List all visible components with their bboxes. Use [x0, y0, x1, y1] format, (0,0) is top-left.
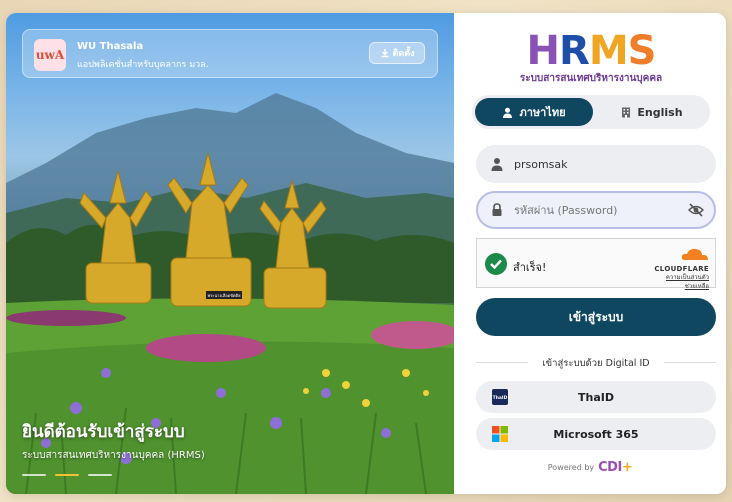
logo-letter-s: S: [627, 28, 657, 74]
digital-id-divider: เข้าสู่ระบบด้วย Digital ID: [476, 355, 716, 369]
cdi-brand-text: CDI: [598, 460, 622, 475]
slide-indicators: [22, 474, 112, 476]
cloudflare-turnstile: สำเร็จ! CLOUDFLARE ความเป็นส่วนตัวช่วยเห…: [476, 238, 716, 291]
cloud-icon: [681, 248, 708, 260]
username-field: [476, 145, 716, 183]
user-icon: [491, 158, 503, 171]
cloudflare-logo: CLOUDFLARE ความเป็นส่วนตัวช่วยเหลือ: [645, 245, 709, 291]
eye-slash-icon[interactable]: [688, 202, 704, 218]
slide-dot-3[interactable]: [88, 474, 112, 476]
logo-letter-h: H: [526, 28, 560, 74]
powered-by-text: Powered by: [547, 463, 595, 472]
language-thai-label: ภาษาไทย: [519, 106, 566, 119]
digital-id-label: เข้าสู่ระบบด้วย Digital ID: [542, 358, 650, 369]
login-card: พระนางเลือดขัตติย uwA WU Thasala แอปพลิเ…: [6, 13, 726, 494]
hero-panel: พระนางเลือดขัตติย uwA WU Thasala แอปพลิเ…: [6, 13, 454, 494]
password-field: [476, 191, 716, 229]
privacy-link[interactable]: ความเป็นส่วนตัว: [666, 274, 709, 281]
app-description: แอปพลิเคชั่นสำหรับบุคลากร มวล.: [77, 60, 209, 70]
login-button[interactable]: เข้าสู่ระบบ: [476, 298, 716, 336]
wu-thasala-logo: uwA: [34, 39, 66, 71]
language-thai-button[interactable]: ภาษาไทย: [475, 98, 593, 126]
logo-letter-m: M: [588, 28, 629, 74]
checkmark-icon: [485, 253, 507, 275]
language-english-label: English: [637, 105, 683, 119]
captcha-status: สำเร็จ!: [513, 261, 547, 274]
help-link[interactable]: ช่วยเหลือ: [685, 283, 709, 290]
install-app-label: ติดตั้ง: [392, 49, 415, 59]
cdi-logo: CDI+: [598, 460, 633, 475]
logo-subtitle: ระบบสารสนเทศบริหารงานบุคคล: [519, 73, 663, 84]
cloudflare-wordmark: CLOUDFLARE: [654, 265, 709, 273]
username-input[interactable]: [514, 145, 684, 183]
language-english-button[interactable]: English: [598, 98, 706, 126]
cdi-brand-plus: +: [621, 460, 633, 475]
hrms-logo: HRMS ระบบสารสนเทศบริหารงานบุคคล: [516, 29, 666, 85]
login-form: HRMS ระบบสารสนเทศบริหารงานบุคคล ภาษาไทย …: [454, 13, 726, 494]
building-icon: [622, 107, 631, 117]
install-app-button[interactable]: ติดตั้ง: [369, 42, 425, 64]
thaid-icon: ThaID: [492, 389, 508, 405]
powered-by: Powered by CDI+: [454, 460, 726, 475]
app-name: WU Thasala: [77, 41, 144, 52]
hero-subtitle: ระบบสารสนเทศบริหารงานบุคคล (HRMS): [22, 450, 205, 461]
statue-sign: พระนางเลือดขัตติย: [208, 293, 241, 298]
thaid-login-button[interactable]: ThaID ThaID: [476, 381, 716, 413]
microsoft-icon: [492, 426, 508, 442]
app-install-banner: uwA WU Thasala แอปพลิเคชั่นสำหรับบุคลากร…: [22, 29, 438, 78]
microsoft-login-button[interactable]: Microsoft 365: [476, 418, 716, 450]
lock-icon: [492, 203, 502, 216]
slide-dot-2[interactable]: [55, 474, 79, 476]
language-toggle: ภาษาไทย English: [472, 95, 710, 129]
thaid-icon-text: ThaID: [493, 395, 508, 401]
logo-letter-r: R: [559, 28, 590, 74]
download-icon: [381, 49, 389, 58]
user-icon: [503, 107, 513, 118]
microsoft-label: Microsoft 365: [553, 427, 639, 441]
thaid-label: ThaID: [578, 390, 614, 404]
slide-dot-1[interactable]: [22, 474, 46, 476]
password-input[interactable]: [514, 193, 684, 227]
hero-title: ยินดีต้อนรับเข้าสู่ระบบ: [22, 422, 185, 442]
